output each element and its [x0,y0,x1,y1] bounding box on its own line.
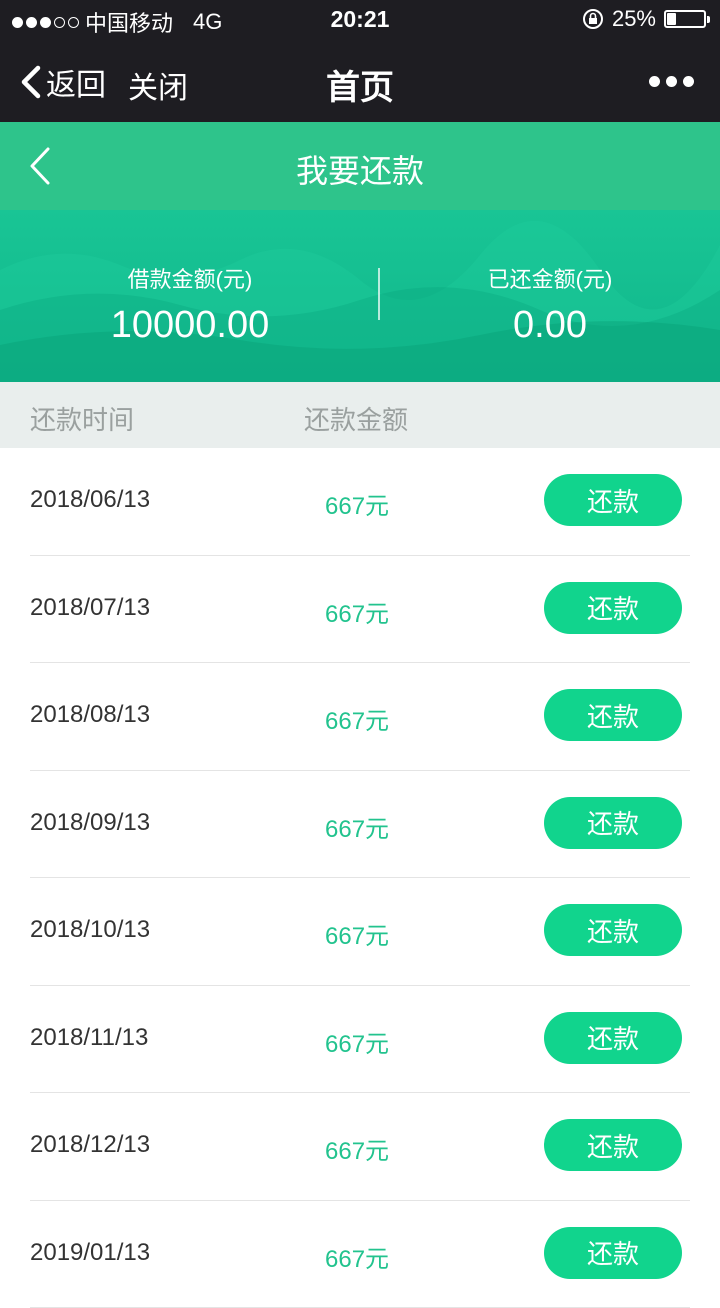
repay-button[interactable]: 还款 [544,1227,682,1279]
repay-amount: 667元 [325,1131,389,1166]
table-row: 2018/07/13 667元 还款 [0,556,720,664]
repay-amount: 667元 [325,916,389,951]
page-title: 我要还款 [0,146,720,192]
column-repay-amount: 还款金额 [304,400,408,437]
wechat-nav-bar: 返回 关闭 首页 [0,40,720,122]
repay-button[interactable]: 还款 [544,1119,682,1171]
table-row: 2018/10/13 667元 还款 [0,878,720,986]
table-row: 2018/12/13 667元 还款 [0,1093,720,1201]
table-row: 2018/11/13 667元 还款 [0,986,720,1094]
orientation-lock-icon [582,8,604,30]
table-header: 还款时间 还款金额 [0,382,720,448]
repay-date: 2018/09/13 [30,809,150,837]
repay-amount: 667元 [325,486,389,521]
repaid-amount-label: 已还金额(元) [370,262,720,294]
repay-date: 2018/11/13 [30,1024,148,1052]
page-header: 我要还款 [0,122,720,210]
repay-button[interactable]: 还款 [544,474,682,526]
repay-date: 2018/06/13 [30,486,150,514]
repay-amount: 667元 [325,1024,389,1059]
column-repay-date: 还款时间 [30,400,134,437]
repaid-amount-value: 0.00 [370,304,720,347]
loan-summary: 借款金额(元) 10000.00 已还金额(元) 0.00 [0,210,720,382]
repay-amount: 667元 [325,809,389,844]
battery-icon [664,10,706,28]
table-row: 2018/08/13 667元 还款 [0,663,720,771]
table-row: 2018/06/13 667元 还款 [0,448,720,556]
repay-date: 2018/12/13 [30,1131,150,1159]
repay-button[interactable]: 还款 [544,904,682,956]
loan-amount-block: 借款金额(元) 10000.00 [10,262,370,347]
status-bar: 中国移动 4G 20:21 25% [0,0,720,40]
repay-date: 2018/08/13 [30,701,150,729]
loan-amount-value: 10000.00 [10,304,370,347]
repay-date: 2018/07/13 [30,594,150,622]
battery-percent: 25% [612,6,656,32]
repay-date: 2019/01/13 [30,1239,150,1267]
repay-button[interactable]: 还款 [544,797,682,849]
loan-amount-label: 借款金额(元) [10,262,370,294]
repay-button[interactable]: 还款 [544,582,682,634]
repay-date: 2018/10/13 [30,916,150,944]
repay-amount: 667元 [325,594,389,629]
status-right: 25% [582,6,706,32]
table-row: 2019/01/13 667元 还款 [0,1201,720,1308]
repay-button[interactable]: 还款 [544,689,682,741]
repaid-amount-block: 已还金额(元) 0.00 [370,262,720,347]
more-dots-icon[interactable] [649,76,694,87]
repay-button[interactable]: 还款 [544,1012,682,1064]
repay-amount: 667元 [325,1239,389,1274]
table-row: 2018/09/13 667元 还款 [0,771,720,879]
repayment-list: 2018/06/13667元还款2018/07/13667元还款2018/08/… [0,448,720,1308]
repay-amount: 667元 [325,701,389,736]
nav-title: 首页 [0,60,720,109]
